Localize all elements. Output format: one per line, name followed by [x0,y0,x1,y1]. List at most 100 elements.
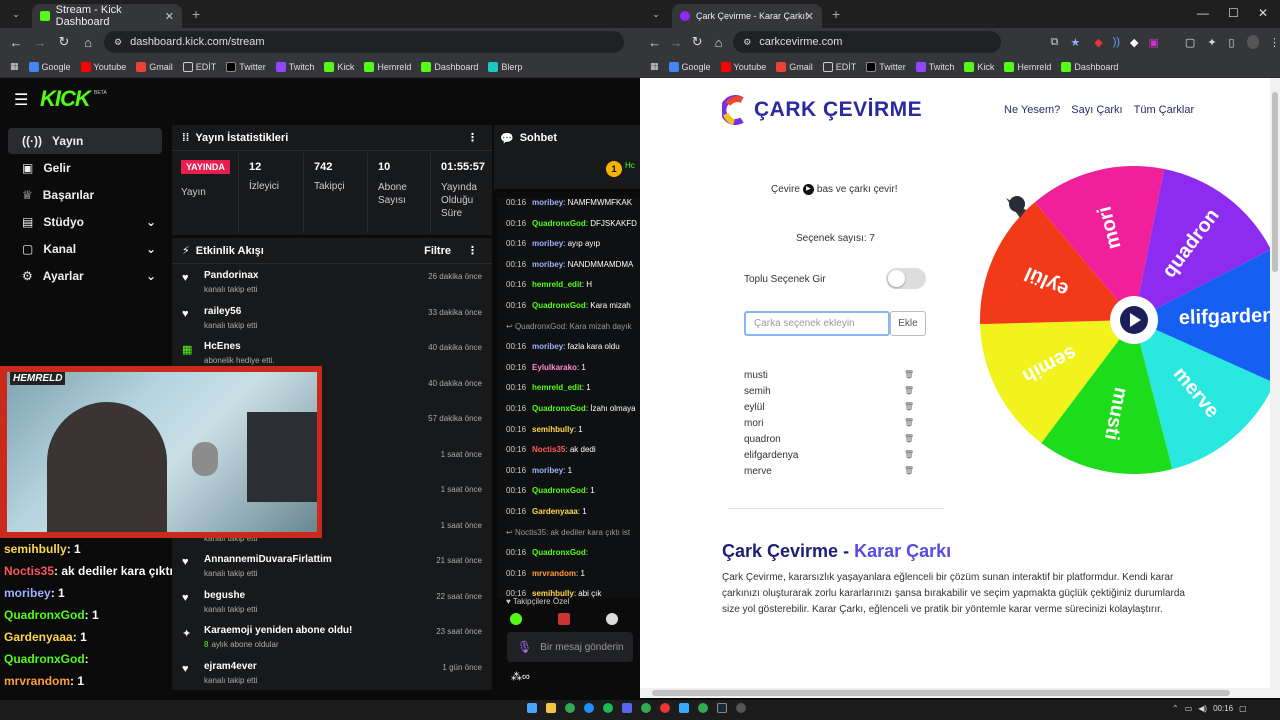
trash-icon[interactable]: 🗑 [904,450,914,459]
chrome-icon[interactable] [641,703,651,713]
extension-icon[interactable]: ◆ [1130,36,1138,49]
tab-cark-cevirme[interactable]: Çark Çevirme - Karar Çarkı! ✕ [672,4,822,28]
chat-username[interactable]: moribey [532,342,563,351]
sidebar-item-basarilar[interactable]: ♕ Başarılar [8,182,162,208]
new-tab-icon[interactable]: + [192,6,200,22]
forward-icon[interactable]: → [665,35,686,50]
sidebar-item-gelir[interactable]: ▣ Gelir [8,155,162,181]
kick-logo[interactable]: KICK [40,86,91,112]
trash-icon[interactable]: 🗑 [904,386,914,395]
sidebar-item-yayin[interactable]: ((·)) Yayın [8,128,162,154]
extension-icon[interactable]: ◆ [1094,36,1102,49]
bookmark-star-icon[interactable]: ★ [1070,36,1080,49]
bookmark-twitch[interactable]: Twitch [275,61,314,72]
close-window-icon[interactable]: ✕ [1258,6,1268,20]
volume-icon[interactable]: ◀) [1198,704,1207,713]
reload-icon[interactable]: ↻ [687,34,708,50]
vertical-scrollbar[interactable] [1270,78,1280,690]
bookmark-edit[interactable]: EDİT [182,61,216,72]
bookmark-dashboard[interactable]: Dashboard [421,61,478,72]
maximize-icon[interactable]: ☐ [1228,6,1239,20]
bookmark-dashboard[interactable]: Dashboard [1061,61,1118,72]
chrome-icon[interactable] [698,703,708,713]
bookmark-edit[interactable]: EDİT [822,61,856,72]
site-logo[interactable]: ÇARK ÇEVİRME [722,94,922,126]
bookmark-blerp[interactable]: Blerp [488,61,522,72]
extension-icon[interactable]: ▣ [1149,36,1159,49]
app-icon[interactable] [679,703,689,713]
scroll-thumb[interactable] [652,690,1230,696]
apps-icon[interactable]: ▦ [650,61,659,72]
clock[interactable]: 00:16 [1213,704,1233,713]
tab-list-icon[interactable]: ⌄ [644,9,668,20]
chevron-down-icon[interactable]: ⌄ [146,215,156,229]
reload-icon[interactable]: ↻ [52,34,76,50]
trash-icon[interactable]: 🗑 [904,466,914,475]
more-options-icon[interactable]: ⋮ [467,244,478,257]
bookmark-hemreld[interactable]: Hemreld [364,61,411,72]
minimize-icon[interactable]: — [1197,6,1209,20]
app-icon[interactable] [527,703,537,713]
bookmark-twitter[interactable]: Twitter [226,61,266,72]
bookmark-twitter[interactable]: Twitter [866,61,906,72]
chevron-down-icon[interactable]: ⌄ [146,269,156,283]
extensions-puzzle-icon[interactable]: ✦ [1207,36,1216,49]
back-icon[interactable]: ← [4,35,28,50]
forward-icon[interactable]: → [28,35,52,50]
new-tab-icon[interactable]: + [832,6,840,22]
trash-icon[interactable]: 🗑 [904,402,914,411]
install-icon[interactable]: ⧉ [1051,36,1059,49]
home-icon[interactable]: ⌂ [708,35,729,50]
bulk-entry-toggle[interactable] [886,268,926,289]
sidebar-item-ayarlar[interactable]: ⚙ Ayarlar ⌄ [8,263,162,289]
spotify-icon[interactable] [603,703,613,713]
chat-username[interactable]: moribey [532,239,563,248]
chat-username[interactable]: hemreld_edit [532,280,582,289]
chat-username[interactable]: moribey [532,260,563,269]
notifications-icon[interactable]: ▢ [1239,704,1247,713]
sidebar-item-studyo[interactable]: ▤ Stüdyo ⌄ [8,209,162,235]
steam-icon[interactable] [717,703,727,713]
nav-tum-carklar[interactable]: Tüm Çarklar [1134,104,1195,116]
sidebar-item-kanal[interactable]: ▢ Kanal ⌄ [8,236,162,262]
discord-icon[interactable] [622,703,632,713]
trash-icon[interactable]: 🗑 [904,370,914,379]
chat-username[interactable]: semihbully [532,425,574,434]
back-icon[interactable]: ← [644,35,665,50]
nav-ne-yesem[interactable]: Ne Yesem? [1004,104,1060,116]
chat-username[interactable]: Eylulkarako [532,363,577,372]
decision-wheel[interactable]: mori quadronelifgarden.mervemustisemiheyl… [976,166,1270,476]
trash-icon[interactable]: 🗑 [904,418,914,427]
bookmark-hemreld[interactable]: Hemreld [1004,61,1051,72]
filter-button[interactable]: Filtre [424,245,451,257]
site-info-icon[interactable]: ⚙ [743,37,751,48]
url-field[interactable]: ⚙ carkcevirme.com [733,31,1001,53]
more-options-icon[interactable]: ⋮ [1269,36,1280,49]
bookmark-gmail[interactable]: Gmail [776,61,813,72]
chat-username[interactable]: moribey [532,466,563,475]
chat-username[interactable]: moribey [532,198,563,207]
network-icon[interactable]: ▭ [1185,704,1193,713]
file-explorer-icon[interactable] [546,703,556,713]
scroll-thumb[interactable] [1272,92,1278,272]
url-field[interactable]: ⚙ dashboard.kick.com/stream [104,31,624,53]
drag-handle-icon[interactable]: ⁞⁞ [182,132,189,144]
bookmark-google[interactable]: Google [668,61,711,72]
bookmark-youtube[interactable]: Youtube [80,61,126,72]
chat-username[interactable]: hemreld_edit [532,383,582,392]
tab-list-icon[interactable]: ⌄ [4,9,28,20]
chevron-down-icon[interactable]: ⌄ [146,242,156,256]
avatar[interactable] [1246,35,1260,49]
sidebar-toggle-icon[interactable]: ▯ [1229,36,1235,49]
bookmark-youtube[interactable]: Youtube [720,61,766,72]
tray-chevron-icon[interactable]: ⌃ [1172,704,1179,713]
chat-username[interactable]: QuadronxGod [532,404,586,413]
chat-username[interactable]: QuadronxGod [532,219,586,228]
tab-kick-dashboard[interactable]: Stream - Kick Dashboard ✕ [32,4,182,28]
menu-icon[interactable]: ☰ [14,90,28,110]
bookmark-kick[interactable]: Kick [964,61,994,72]
home-icon[interactable]: ⌂ [76,35,100,50]
add-button[interactable]: Ekle [890,311,926,336]
site-info-icon[interactable]: ⚙ [114,37,122,48]
chat-username[interactable]: Gardenyaaa [532,507,578,516]
